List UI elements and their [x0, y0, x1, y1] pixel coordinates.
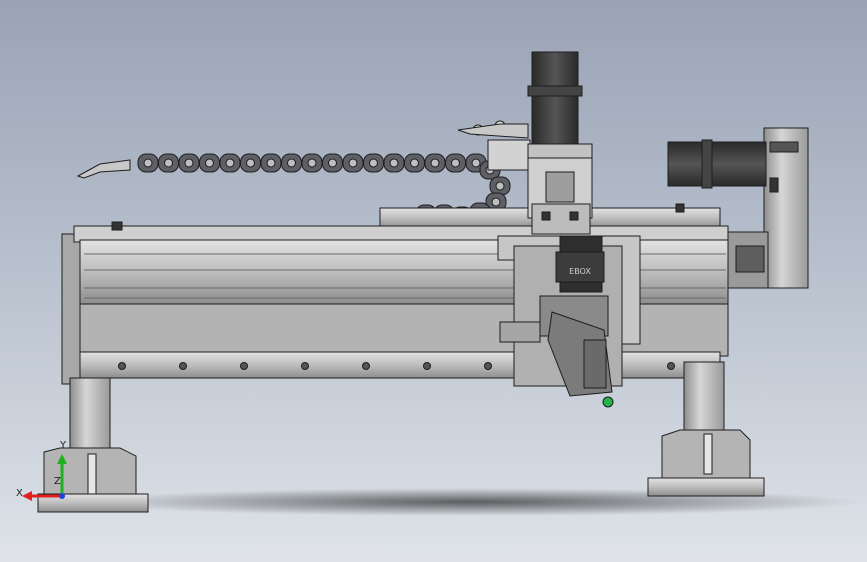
rail-bolt: [667, 362, 675, 370]
chain-link: [383, 153, 405, 173]
leg-right[interactable]: [647, 361, 765, 497]
rail-bolt: [484, 362, 492, 370]
z-axis-assembly[interactable]: [527, 51, 593, 235]
chain-bracket-left: [76, 159, 131, 179]
extruder-label: EBOX: [569, 267, 591, 276]
chain-link: [404, 153, 425, 173]
beam-end-plate-left: [61, 233, 83, 385]
z-axis-origin: [59, 493, 65, 499]
rail-bolt: [362, 362, 370, 370]
z-motor[interactable]: [531, 51, 579, 149]
chain-link: [178, 153, 200, 173]
chain-link: [219, 153, 241, 173]
chain-link: [363, 153, 384, 173]
rail-bolt: [301, 362, 309, 370]
z-axis-label: Z: [54, 476, 61, 487]
cad-viewport[interactable]: EBOX X Y Z: [0, 0, 867, 562]
chain-link: [260, 153, 282, 173]
rail-bolt: [240, 362, 248, 370]
chain-link: [424, 153, 446, 173]
carriage[interactable]: EBOX: [497, 235, 641, 408]
hotend-nozzle: [602, 396, 614, 408]
chain-link: [322, 153, 343, 173]
chain-link: [342, 153, 364, 173]
chain-link: [158, 153, 179, 173]
y-axis-label: Y: [60, 440, 67, 451]
x-motor[interactable]: [667, 141, 767, 187]
chain-bracket-right: [457, 123, 529, 139]
rail-bolt: [179, 362, 187, 370]
rail-bolt: [423, 362, 431, 370]
chain-link: [137, 153, 159, 173]
gantry-model[interactable]: EBOX: [0, 0, 867, 562]
chain-mount-block: [487, 139, 531, 171]
linear-guide-rail: [79, 351, 721, 379]
chain-link: [445, 153, 466, 173]
chain-link: [240, 153, 261, 173]
chain-link: [489, 176, 511, 196]
rail-bolt: [118, 362, 126, 370]
x-axis-label: X: [16, 488, 23, 499]
chain-link: [301, 153, 323, 173]
chain-link: [199, 153, 220, 173]
chain-link: [281, 153, 302, 173]
